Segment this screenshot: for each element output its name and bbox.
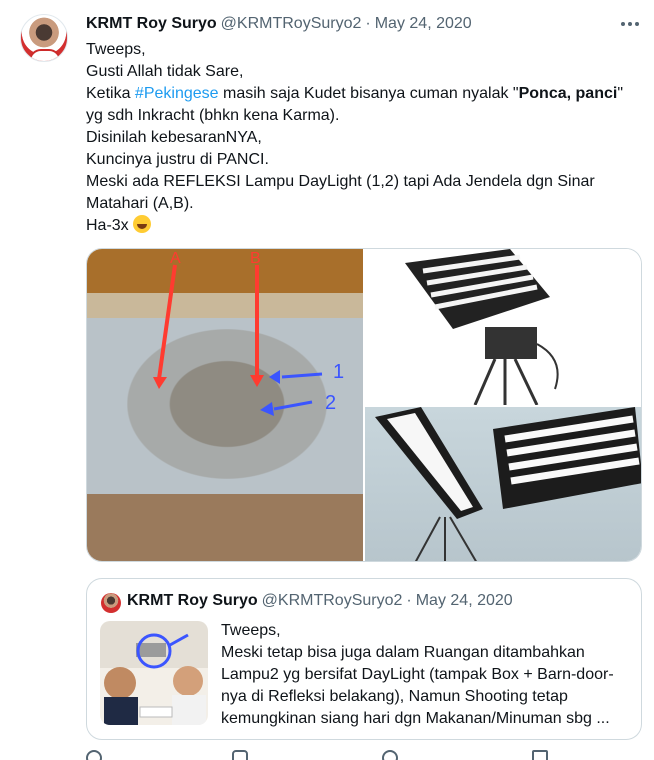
quoted-tweet[interactable]: KRMT Roy Suryo @KRMTRoySuryo2 · May 24, …: [86, 578, 642, 740]
quoted-line: Lampu2 yg bersifat DayLight (tampak Box …: [221, 666, 614, 683]
tweet-line: Tweeps,: [86, 41, 146, 58]
tweet-line: Ha-3x: [86, 215, 646, 237]
author-name[interactable]: KRMT Roy Suryo: [86, 15, 217, 33]
author-handle[interactable]: @KRMTRoySuryo2: [221, 15, 362, 33]
quoted-line: Tweeps,: [221, 622, 281, 639]
annotation-overlay: A B 1 2: [153, 250, 344, 416]
label-2: 2: [325, 392, 336, 414]
header-separator: ·: [365, 15, 371, 32]
reply-icon[interactable]: [86, 750, 102, 760]
tweet-line: Matahari (A,B).: [86, 195, 194, 212]
lamp-drawing: [405, 249, 559, 406]
quoted-author-handle: @KRMTRoySuryo2: [261, 592, 403, 609]
quoted-tweet-header: KRMT Roy Suryo @KRMTRoySuryo2 · May 24, …: [127, 592, 513, 610]
media-photo-lamp[interactable]: [365, 249, 641, 406]
lamps-drawing: [375, 407, 641, 561]
quoted-author-name: KRMT Roy Suryo: [127, 592, 258, 609]
avatar-shirt: [29, 49, 61, 61]
tweet-line: Disinilah kebesaranNYA,: [86, 129, 262, 146]
text-segment: masih saja Kudet bisanya cuman nyalak ": [218, 85, 519, 102]
more-options-icon[interactable]: [618, 14, 642, 34]
tweet-line: Ketika #Pekingese masih saja Kudet bisan…: [86, 83, 646, 105]
label-1: 1: [333, 361, 344, 383]
author-avatar[interactable]: [20, 14, 68, 62]
quoted-line: nya di Refleksi belakang), Namun Shootin…: [221, 688, 568, 705]
tweet-text: Tweeps, Gusti Allah tidak Sare, Ketika #…: [86, 39, 646, 237]
share-icon[interactable]: [532, 750, 548, 760]
hashtag-link[interactable]: #Pekingese: [135, 85, 219, 102]
retweet-icon[interactable]: [232, 750, 248, 760]
thumbnail-drawing: [104, 633, 206, 725]
tweet-date[interactable]: May 24, 2020: [375, 15, 472, 33]
media-grid: A B 1 2: [86, 248, 642, 562]
tweet-line: Gusti Allah tidak Sare,: [86, 63, 244, 80]
media-photo-lamps[interactable]: [365, 407, 641, 561]
action-bar: [86, 750, 566, 760]
tweet-header: KRMT Roy Suryo @KRMTRoySuryo2 · May 24, …: [86, 13, 472, 35]
quoted-line: Meski tetap bisa juga dalam Ruangan dita…: [221, 644, 585, 661]
label-b: B: [250, 250, 261, 267]
text-segment: ": [617, 85, 623, 102]
quoted-tweet-date: May 24, 2020: [415, 592, 513, 609]
quoted-media-thumbnail[interactable]: [100, 621, 208, 725]
text-segment: Ketika: [86, 85, 135, 102]
quoted-separator: ·: [406, 592, 412, 609]
label-a: A: [170, 250, 181, 267]
bold-text: Ponca, panci: [518, 85, 618, 102]
text-segment: Ha-3x: [86, 217, 129, 234]
quoted-line: kemungkinan siang hari dgn Makanan/Minum…: [221, 710, 610, 727]
media-photo-pot[interactable]: A B 1 2: [87, 249, 363, 561]
tweet-line: Meski ada REFLEKSI Lampu DayLight (1,2) …: [86, 173, 595, 190]
tweet-line: Kuncinya justru di PANCI.: [86, 151, 269, 168]
quoted-author-avatar: [101, 593, 121, 613]
like-icon[interactable]: [382, 750, 398, 760]
tweet-line: yg sdh Inkracht (bhkn kena Karma).: [86, 107, 340, 124]
quoted-tweet-text: Tweeps, Meski tetap bisa juga dalam Ruan…: [221, 620, 635, 730]
rolling-laughing-emoji-icon: [133, 215, 152, 233]
